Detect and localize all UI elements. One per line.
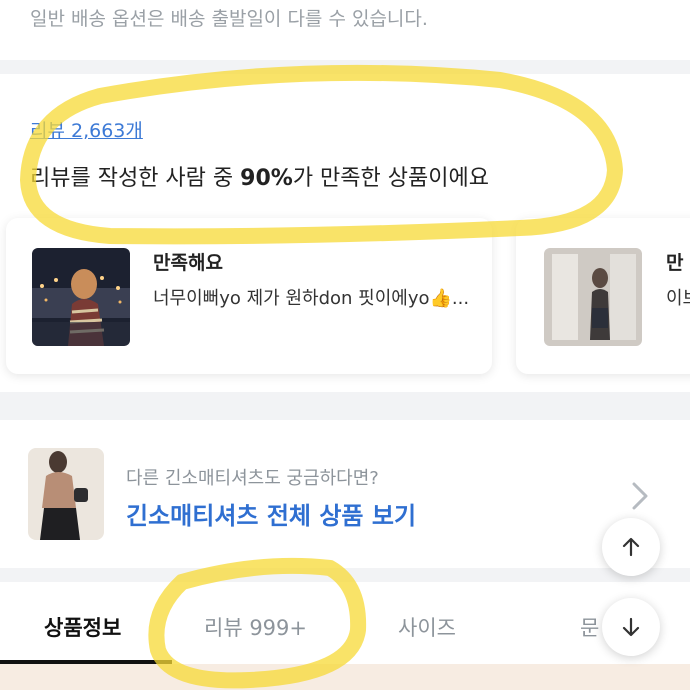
review-satisfaction-summary: 리뷰를 작성한 사람 중 90%가 만족한 상품이에요 [30,160,489,192]
arrow-up-icon [622,537,640,557]
related-category-banner[interactable]: 다른 긴소매티셔츠도 궁금하다면? 긴소매티셔츠 전체 상품 보기 [0,420,690,568]
review-text: 너무이뻐yo 제가 원하don 핏이에yo👍... [153,288,470,309]
summary-percent: 90% [240,166,293,191]
review-count-link[interactable]: 리뷰 2,663개 [30,116,143,143]
tab-reviews[interactable]: 리뷰 999+ [204,612,307,642]
scroll-up-button[interactable] [602,518,660,576]
review-summary-section: 리뷰 2,663개 리뷰를 작성한 사람 중 90%가 만족한 상품이에요 만족… [0,74,690,392]
related-subtitle: 다른 긴소매티셔츠도 궁금하다면? [126,468,379,489]
section-divider [0,406,690,420]
review-photo [544,248,642,346]
review-card[interactable]: 만 이브서 [516,218,690,374]
review-rating-label: 만 [666,252,684,274]
scroll-down-button[interactable] [602,598,660,656]
tab-product-info[interactable]: 상품정보 [44,612,121,642]
product-tab-bar: 상품정보 리뷰 999+ 사이즈 문 [0,582,690,690]
related-product-photo [28,448,104,540]
review-text: 이브서 [666,288,690,309]
arrow-down-icon [622,617,640,637]
shipping-notice: 일반 배송 옵션은 배송 출발일이 다를 수 있습니다. [0,0,690,60]
tab-inquiry[interactable]: 문 [580,612,599,642]
content-preview-strip [0,664,690,690]
view-all-category-link[interactable]: 긴소매티셔츠 전체 상품 보기 [126,496,416,531]
review-photo [32,248,130,346]
tab-size[interactable]: 사이즈 [398,612,456,642]
chevron-right-icon [626,478,654,514]
product-page: 일반 배송 옵션은 배송 출발일이 다를 수 있습니다. 리뷰 2,663개 리… [0,0,690,690]
review-rating-label: 만족해요 [153,252,223,274]
shipping-notice-text: 일반 배송 옵션은 배송 출발일이 다를 수 있습니다. [30,8,428,30]
review-card[interactable]: 만족해요 너무이뻐yo 제가 원하don 핏이에yo👍... [6,218,492,374]
summary-suffix: 가 만족한 상품이에요 [292,166,489,191]
summary-prefix: 리뷰를 작성한 사람 중 [30,166,241,191]
